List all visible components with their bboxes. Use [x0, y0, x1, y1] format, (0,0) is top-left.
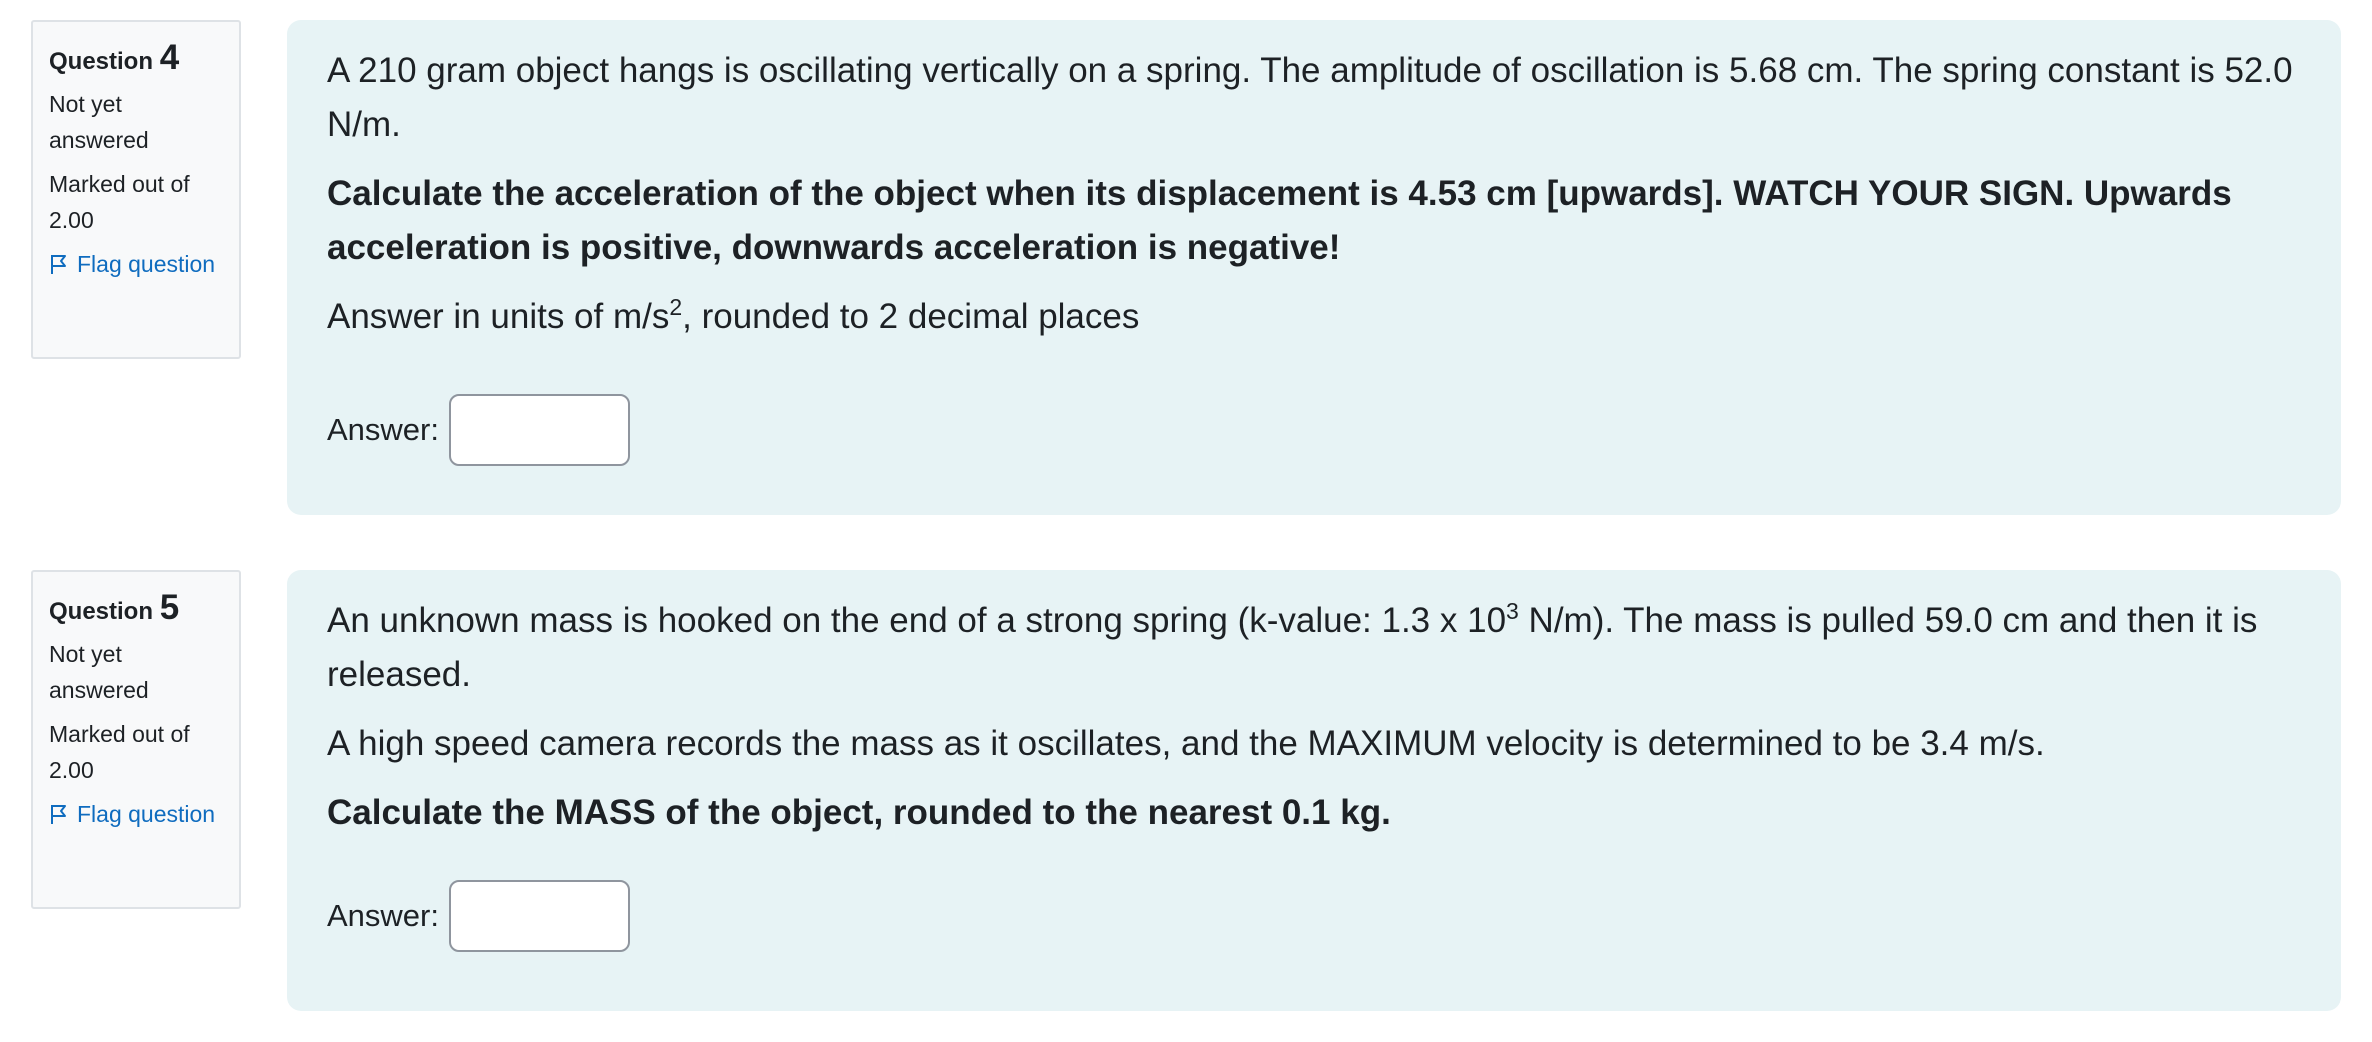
question-instruction: Calculate the MASS of the object, rounde…: [327, 793, 1391, 832]
flag-question-label: Flag question: [77, 251, 216, 277]
answer-input[interactable]: [448, 394, 630, 466]
k-exponent: 3: [1506, 598, 1519, 624]
answer-label: Answer:: [327, 412, 439, 447]
question-text: A 210 gram object hangs is oscillating v…: [327, 51, 2293, 144]
question-marks: Marked out of 2.00: [49, 721, 190, 783]
flag-question-link[interactable]: Flag question: [49, 796, 223, 832]
question-label: Question: [49, 598, 154, 625]
question-info: Question 5 Not yet answered Marked out o…: [31, 570, 241, 909]
units-exponent: 2: [669, 294, 683, 320]
question-number: Question 4: [49, 36, 223, 80]
question-number-value: 4: [159, 38, 180, 77]
question-instruction: Calculate the acceleration of the object…: [327, 174, 2232, 267]
units-text: Answer in units of m/s: [327, 297, 670, 336]
question-number: Question 5: [49, 586, 223, 630]
answer-input[interactable]: [448, 880, 630, 952]
question-text-start: An unknown mass is hooked on the end of …: [327, 601, 1507, 640]
answer-row: Answer:: [327, 394, 2301, 466]
flag-icon: [51, 255, 66, 274]
question-info: Question 4 Not yet answered Marked out o…: [31, 20, 241, 359]
flag-question-label: Flag question: [77, 801, 216, 827]
answer-row: Answer:: [327, 880, 2301, 952]
question-detail: A high speed camera records the mass as …: [327, 724, 2045, 763]
question-content: A 210 gram object hangs is oscillating v…: [287, 20, 2341, 515]
question-status: Not yet answered: [49, 641, 149, 703]
question-label: Question: [49, 48, 154, 75]
flag-icon: [51, 805, 66, 824]
question-units-note: Answer in units of m/s2, rounded to 2 de…: [327, 290, 2301, 344]
question-marks: Marked out of 2.00: [49, 171, 190, 233]
units-rounding-text: , rounded to 2 decimal places: [682, 297, 1140, 336]
question-number-value: 5: [159, 588, 180, 627]
answer-label: Answer:: [327, 898, 439, 933]
question-status: Not yet answered: [49, 91, 149, 153]
flag-question-link[interactable]: Flag question: [49, 246, 223, 282]
question-text: An unknown mass is hooked on the end of …: [327, 594, 2301, 702]
question-content: An unknown mass is hooked on the end of …: [287, 570, 2341, 1011]
